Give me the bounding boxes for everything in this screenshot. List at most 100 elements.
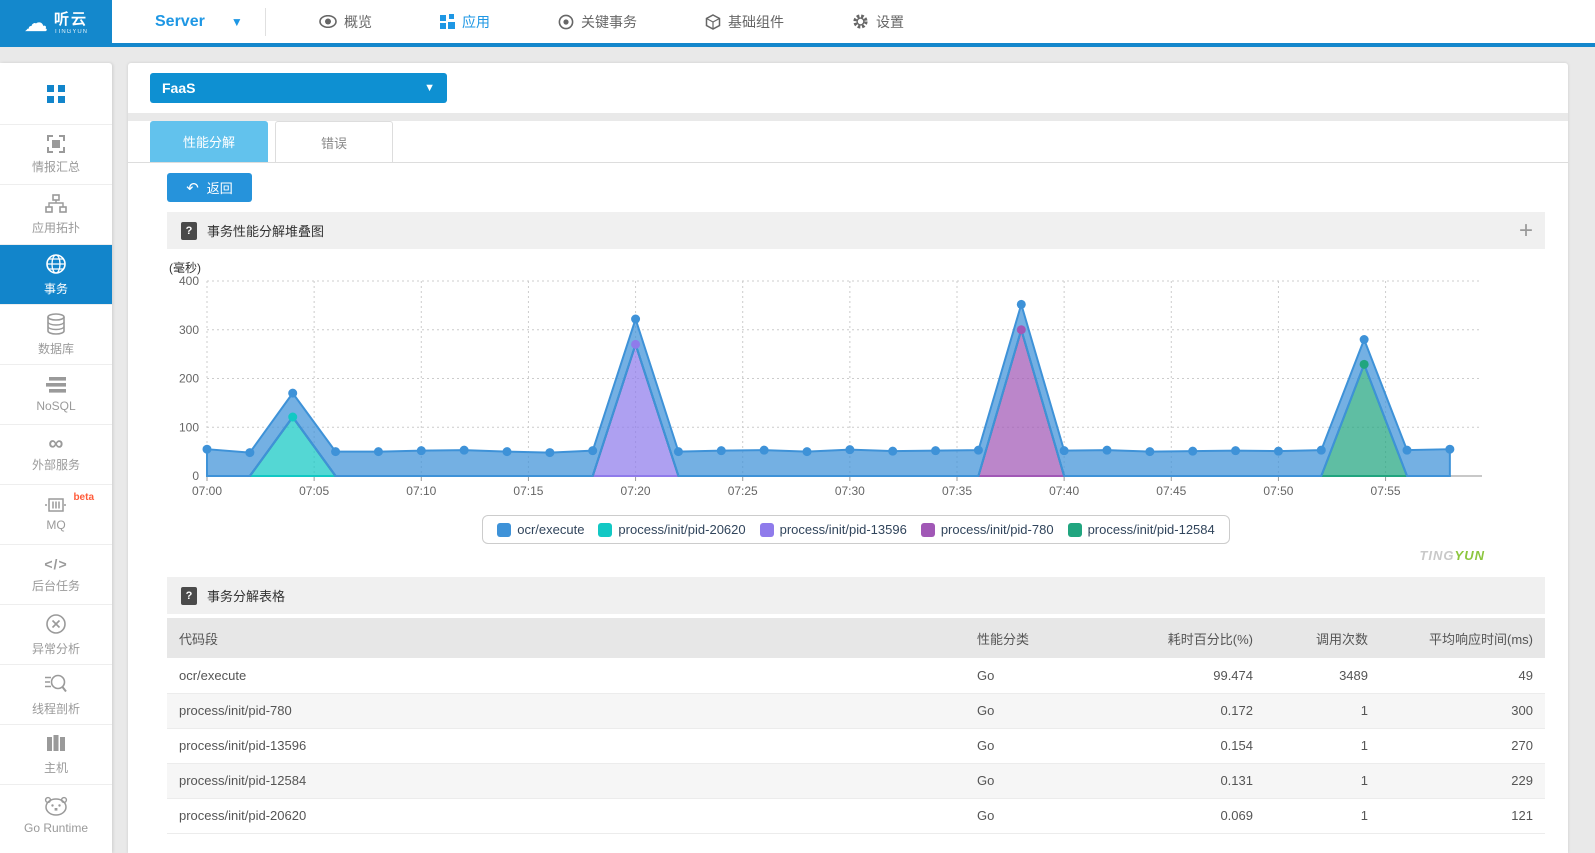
- nav-menu: 概览 应用 关键事务 基础组件 设置: [285, 0, 938, 43]
- sidebar-item-label: 数据库: [38, 340, 74, 357]
- sidebar-item-mq[interactable]: beta MQ: [0, 485, 112, 545]
- category-cell: Go: [965, 728, 1090, 763]
- sidebar-item-label: 外部服务: [32, 456, 80, 473]
- svg-text:07:20: 07:20: [621, 484, 651, 498]
- table-row[interactable]: ocr/executeGo99.474348949: [167, 658, 1545, 693]
- avg-response-cell: 229: [1380, 763, 1545, 798]
- back-button[interactable]: ↶ 返回: [167, 173, 252, 202]
- back-arrow-icon: ↶: [186, 179, 199, 197]
- sidebar-item-nosql[interactable]: NoSQL: [0, 365, 112, 425]
- package-icon: [705, 14, 721, 30]
- category-cell: Go: [965, 693, 1090, 728]
- tab-performance-breakdown[interactable]: 性能分解: [150, 121, 268, 162]
- percent-cell: 0.172: [1090, 693, 1265, 728]
- app-selector-dropdown[interactable]: FaaS ▼: [150, 73, 447, 103]
- percent-cell: 0.069: [1090, 798, 1265, 833]
- svg-text:07:25: 07:25: [728, 484, 758, 498]
- percent-cell: 0.154: [1090, 728, 1265, 763]
- table-row[interactable]: process/init/pid-13596Go0.1541270: [167, 728, 1545, 763]
- table-row[interactable]: process/init/pid-20620Go0.0691121: [167, 798, 1545, 833]
- cloud-logo-icon: ☁: [24, 12, 48, 36]
- code-segment-cell: process/init/pid-20620: [167, 798, 965, 833]
- sidebar-item-summary[interactable]: 情报汇总: [0, 125, 112, 185]
- host-icon: [46, 734, 66, 754]
- table-column-header: 性能分类: [965, 618, 1090, 658]
- nav-item-key-transactions[interactable]: 关键事务: [524, 0, 671, 43]
- table-column-header: 耗时百分比(%): [1090, 618, 1265, 658]
- sidebar-item-go-runtime[interactable]: Go Runtime: [0, 785, 112, 845]
- sidebar-item-exception-analysis[interactable]: 异常分析: [0, 605, 112, 665]
- legend-label: process/init/pid-780: [941, 522, 1054, 537]
- sidebar-apps-menu[interactable]: [0, 63, 112, 125]
- legend-item[interactable]: process/init/pid-13596: [760, 522, 907, 537]
- table-row[interactable]: process/init/pid-12584Go0.1311229: [167, 763, 1545, 798]
- server-dropdown-label: Server: [155, 13, 205, 31]
- sidebar-item-label: NoSQL: [36, 399, 75, 413]
- sidebar-item-database[interactable]: 数据库: [0, 305, 112, 365]
- legend-label: ocr/execute: [517, 522, 584, 537]
- breakdown-table: 代码段性能分类耗时百分比(%)调用次数平均响应时间(ms) ocr/execut…: [167, 618, 1545, 834]
- legend-item[interactable]: ocr/execute: [497, 522, 584, 537]
- avg-response-cell: 121: [1380, 798, 1545, 833]
- tingyun-logo[interactable]: ☁ 听云 TINGYUN: [0, 0, 112, 47]
- code-segment-cell: process/init/pid-780: [167, 693, 965, 728]
- queue-icon: [44, 497, 68, 513]
- target-icon: [558, 14, 574, 30]
- sidebar-item-topology[interactable]: 应用拓扑: [0, 185, 112, 245]
- call-count-cell: 1: [1265, 728, 1380, 763]
- chart-section-title: 事务性能分解堆叠图: [207, 221, 324, 240]
- nav-item-label: 基础组件: [728, 12, 784, 32]
- apps-grid-icon: [47, 85, 65, 103]
- svg-text:07:05: 07:05: [299, 484, 329, 498]
- gopher-icon: [43, 796, 69, 816]
- nav-item-settings[interactable]: 设置: [818, 0, 938, 43]
- percent-cell: 0.131: [1090, 763, 1265, 798]
- svg-text:0: 0: [192, 469, 199, 483]
- chart-legend: ocr/execute process/init/pid-20620 process…: [482, 515, 1230, 544]
- avg-response-cell: 49: [1380, 658, 1545, 693]
- server-dropdown[interactable]: Server ▼: [155, 0, 243, 43]
- nosql-list-icon: [45, 376, 67, 394]
- nav-item-base-components[interactable]: 基础组件: [671, 0, 818, 43]
- svg-text:300: 300: [179, 323, 199, 337]
- table-header-row: 代码段性能分类耗时百分比(%)调用次数平均响应时间(ms): [167, 618, 1545, 658]
- table-row[interactable]: process/init/pid-780Go0.1721300: [167, 693, 1545, 728]
- category-cell: Go: [965, 763, 1090, 798]
- legend-item[interactable]: process/init/pid-12584: [1068, 522, 1215, 537]
- call-count-cell: 1: [1265, 798, 1380, 833]
- sidebar-item-external-services[interactable]: ∞ 外部服务: [0, 425, 112, 485]
- error-circle-icon: [45, 613, 67, 635]
- apps-grid-icon: [440, 14, 455, 29]
- watermark-ting: TING: [1419, 548, 1454, 563]
- top-navbar: ☁ 听云 TINGYUN Server ▼ 概览 应用 关键事务: [0, 0, 1595, 47]
- sidebar-item-transactions[interactable]: 事务: [0, 245, 112, 305]
- sidebar-item-label: 主机: [44, 759, 68, 776]
- expand-icon[interactable]: +: [1519, 221, 1533, 241]
- legend-label: process/init/pid-12584: [1088, 522, 1215, 537]
- tab-errors[interactable]: 错误: [275, 121, 393, 162]
- svg-text:07:45: 07:45: [1156, 484, 1186, 498]
- tab-label: 错误: [321, 133, 347, 152]
- sidebar-item-label: Go Runtime: [24, 821, 88, 835]
- chevron-down-icon: ▼: [424, 82, 435, 94]
- legend-item[interactable]: process/init/pid-20620: [598, 522, 745, 537]
- call-count-cell: 1: [1265, 693, 1380, 728]
- nav-item-label: 概览: [344, 12, 372, 32]
- help-icon[interactable]: ?: [181, 587, 197, 605]
- left-sidebar: 情报汇总 应用拓扑 事务 数据库 NoSQL ∞ 外部服务 be: [0, 63, 112, 853]
- svg-text:200: 200: [179, 372, 199, 386]
- nav-item-label: 应用: [462, 12, 490, 32]
- sidebar-item-background-tasks[interactable]: </> 后台任务: [0, 545, 112, 605]
- help-icon[interactable]: ?: [181, 222, 197, 240]
- topology-icon: [45, 194, 67, 214]
- y-axis-unit-label: (毫秒): [169, 259, 1545, 276]
- nav-item-overview[interactable]: 概览: [285, 0, 406, 43]
- stacked-area-chart[interactable]: 010020030040007:0007:0507:1007:1507:2007…: [167, 276, 1545, 509]
- nav-item-applications[interactable]: 应用: [406, 0, 524, 43]
- sidebar-item-hosts[interactable]: 主机: [0, 725, 112, 785]
- app-selector-row: FaaS ▼: [128, 63, 1568, 113]
- svg-text:07:35: 07:35: [942, 484, 972, 498]
- legend-item[interactable]: process/init/pid-780: [921, 522, 1054, 537]
- legend-swatch-icon: [760, 523, 774, 537]
- sidebar-item-thread-profiling[interactable]: 线程剖析: [0, 665, 112, 725]
